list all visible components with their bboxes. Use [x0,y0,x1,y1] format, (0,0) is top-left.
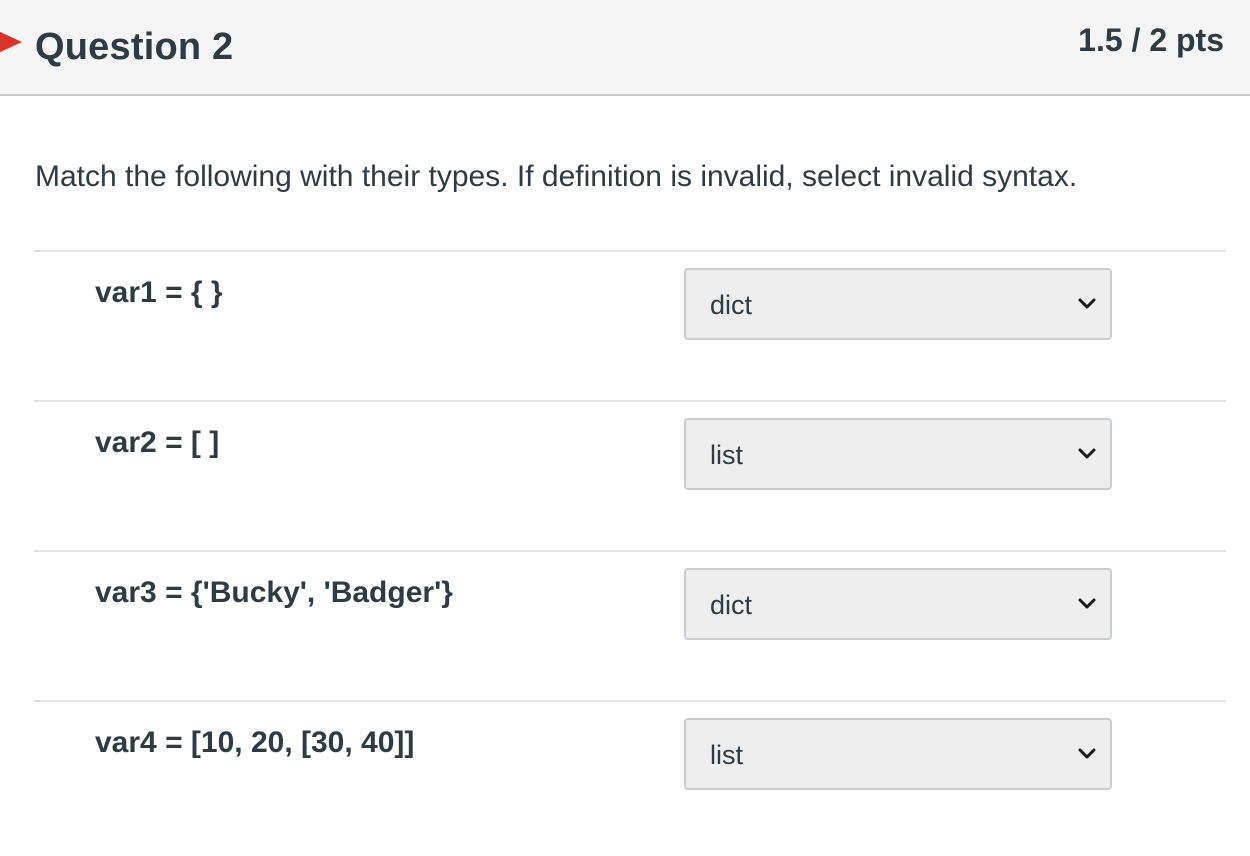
answer-label: var1 = { } [95,276,223,309]
matching-answers: var1 = { } dict var2 = [ ] list var3 = {… [34,250,1226,850]
select-value: dict [710,290,753,320]
answer-row-var2: var2 = [ ] list [34,400,1226,550]
chevron-down-icon [1078,748,1096,759]
select-value: list [710,740,743,770]
select-value: list [710,440,743,470]
answer-row-var4: var4 = [10, 20, [30, 40]] list [34,700,1226,850]
select-value: dict [710,590,753,620]
question-title: Question 2 [35,26,234,68]
chevron-down-icon [1078,298,1096,309]
chevron-down-icon [1078,598,1096,609]
question-points: 1.5 / 2 pts [1078,22,1224,58]
question-prompt: Match the following with their types. If… [35,160,1078,193]
answer-select-var3[interactable]: dict [684,568,1112,640]
chevron-down-icon [1078,448,1096,459]
answer-label: var4 = [10, 20, [30, 40]] [95,726,415,759]
answer-select-var2[interactable]: list [684,418,1112,490]
question-header: Question 2 1.5 / 2 pts [0,0,1250,96]
answer-select-var1[interactable]: dict [684,268,1112,340]
answer-row-var3: var3 = {'Bucky', 'Badger'} dict [34,550,1226,700]
answer-label: var2 = [ ] [95,426,220,459]
incorrect-marker-icon [0,18,22,66]
answer-select-var4[interactable]: list [684,718,1112,790]
answer-row-var1: var1 = { } dict [34,250,1226,400]
answer-label: var3 = {'Bucky', 'Badger'} [95,576,453,609]
